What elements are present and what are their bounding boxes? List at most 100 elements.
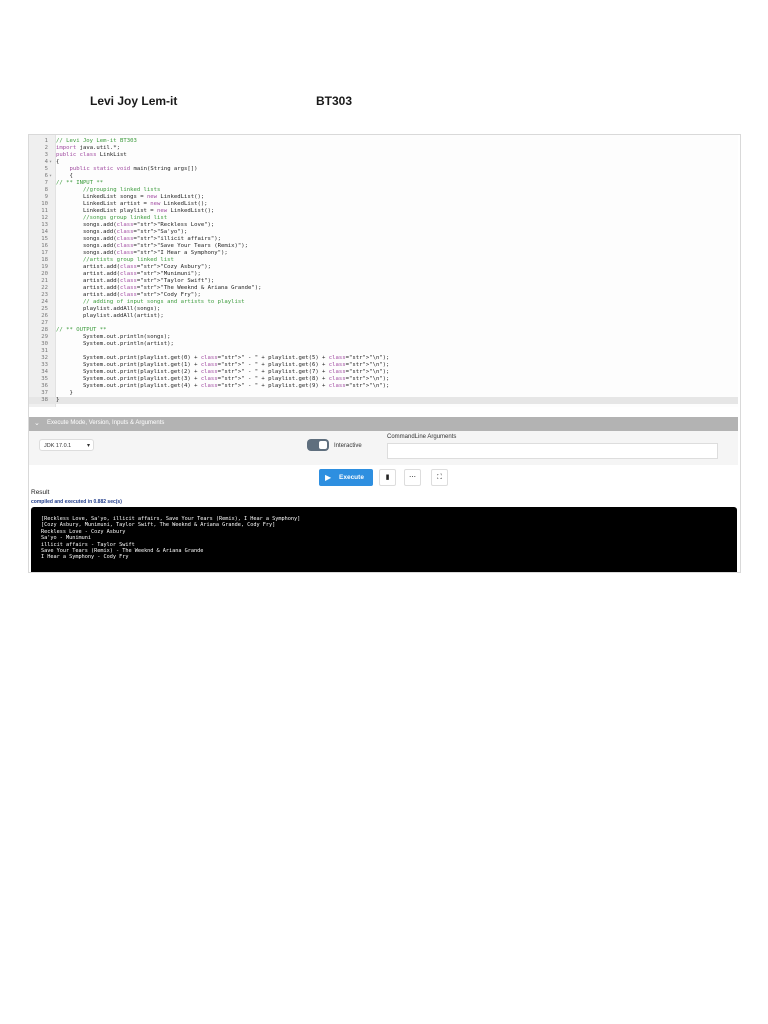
code-line: 16 songs.add(class="str">"Save Your Tear… <box>29 243 738 250</box>
code-text: artist.add(class="str">"The Weeknd & Ari… <box>56 285 262 291</box>
code-text: //artists group linked list <box>56 257 174 263</box>
line-number: 34 <box>41 369 48 375</box>
line-number: 3 <box>44 152 48 158</box>
code-text: songs.add(class="str">"Save Your Tears (… <box>56 243 248 249</box>
code-line: 3 public class LinkList <box>29 152 738 159</box>
jdk-version-select[interactable]: JDK 17.0.1 ▾ <box>39 439 94 451</box>
code-line: 20 artist.add(class="str">"Munimuni"); <box>29 271 738 278</box>
section-code: BT303 <box>316 94 353 108</box>
code-line: 2 import java.util.*; <box>29 145 738 152</box>
code-text: //songs group linked list <box>56 215 168 221</box>
code-text: // ** INPUT ** <box>56 180 104 186</box>
code-line: 33 System.out.print(playlist.get(1) + cl… <box>29 362 738 369</box>
code-line: 19 artist.add(class="str">"Cozy Asbury")… <box>29 264 738 271</box>
code-text: // ** OUTPUT ** <box>56 327 107 333</box>
line-number: 17 <box>41 250 48 256</box>
code-line: 5 public static void main(String args[]) <box>29 166 738 173</box>
line-number: 32 <box>41 355 48 361</box>
code-line: 25 playlist.addAll(songs); <box>29 306 738 313</box>
code-line: 13 songs.add(class="str">"Reckless Love"… <box>29 222 738 229</box>
execute-options-title: Execute Mode, Version, Inputs & Argument… <box>47 420 165 426</box>
code-line: 32 System.out.print(playlist.get(0) + cl… <box>29 355 738 362</box>
code-line: 31 <box>29 348 738 355</box>
line-number: 19 <box>41 264 48 270</box>
code-text: playlist.addAll(artist); <box>56 313 164 319</box>
code-line: 27 <box>29 320 738 327</box>
line-number: 24 <box>41 299 48 305</box>
code-editor[interactable]: 1 // Levi Joy Lem-it BT303 2 import java.ut… <box>29 135 738 407</box>
code-text: artist.add(class="str">"Cody Fry"); <box>56 292 201 298</box>
execute-options-header[interactable]: ⌄ Execute Mode, Version, Inputs & Argume… <box>29 417 738 431</box>
compile-status: compiled and executed in 0.882 sec(s) <box>31 499 122 505</box>
code-line: 38} <box>29 397 738 404</box>
code-text: artist.add(class="str">"Cozy Asbury"); <box>56 264 211 270</box>
select-caret-icon: ▾ <box>86 443 90 449</box>
code-line: 22 artist.add(class="str">"The Weeknd & … <box>29 285 738 292</box>
code-line: 15 songs.add(class="str">"illicit affair… <box>29 236 738 243</box>
execute-button[interactable]: ▶ Execute <box>319 469 373 486</box>
code-line: 6 ▾ { <box>29 173 738 180</box>
code-text: System.out.print(playlist.get(3) + class… <box>56 376 390 382</box>
fold-arrow-icon[interactable]: ▾ <box>49 173 52 180</box>
result-label: Result <box>31 489 50 496</box>
code-text: import java.util.*; <box>56 145 120 151</box>
code-text: { <box>56 173 73 179</box>
line-number: 21 <box>41 278 48 284</box>
code-line: 9 LinkedList songs = new LinkedList(); <box>29 194 738 201</box>
document-header: Levi Joy Lem-it BT303 <box>0 94 768 114</box>
line-number: 29 <box>41 334 48 340</box>
code-line: 8 //grouping linked lists <box>29 187 738 194</box>
jdk-version-value: JDK 17.0.1 <box>44 443 72 449</box>
chevron-down-icon: ⌄ <box>34 420 40 427</box>
more-options-button[interactable]: ⋯ <box>404 469 421 486</box>
code-text: songs.add(class="str">"I Hear a Symphony… <box>56 250 228 256</box>
code-line: 11 LinkedList playlist = new LinkedList(… <box>29 208 738 215</box>
code-text: songs.add(class="str">"Sa'yo"); <box>56 229 188 235</box>
fullscreen-icon: ⛶ <box>437 474 442 481</box>
code-text: LinkedList songs = new LinkedList(); <box>56 194 205 200</box>
code-text: System.out.print(playlist.get(4) + class… <box>56 383 390 389</box>
code-text: songs.add(class="str">"illicit affairs")… <box>56 236 222 242</box>
code-line: 28 // ** OUTPUT ** <box>29 327 738 334</box>
line-number: 10 <box>41 201 48 207</box>
code-line: 14 songs.add(class="str">"Sa'yo"); <box>29 229 738 236</box>
code-text: System.out.print(playlist.get(0) + class… <box>56 355 390 361</box>
interactive-toggle[interactable] <box>307 439 329 451</box>
code-text: playlist.addAll(songs); <box>56 306 161 312</box>
output-line: Reckless Love - Cozy Asbury <box>41 528 126 535</box>
code-text: // adding of input songs and artists to … <box>56 299 245 305</box>
fold-arrow-icon[interactable]: ▾ <box>49 159 52 166</box>
cmd-args-input[interactable] <box>387 443 718 459</box>
line-number: 33 <box>41 362 48 368</box>
code-text: LinkedList artist = new LinkedList(); <box>56 201 208 207</box>
code-text: // Levi Joy Lem-it BT303 <box>56 138 137 144</box>
code-line: 18 //artists group linked list <box>29 257 738 264</box>
execute-label: Execute <box>339 474 364 481</box>
code-text: public static void main(String args[]) <box>69 166 198 172</box>
play-icon: ▶ <box>325 473 332 482</box>
author-name: Levi Joy Lem-it <box>90 94 178 108</box>
line-number: 9 <box>44 194 48 200</box>
line-number: 1 <box>44 138 48 144</box>
line-number: 13 <box>41 222 48 228</box>
output-line: [Cozy Asbury, Munimuni, Taylor Swift, Th… <box>41 522 276 529</box>
code-line: 37 } <box>29 390 738 397</box>
line-number: 35 <box>41 376 48 382</box>
output-line: illicit affairs - Taylor Swift <box>41 541 135 548</box>
code-runner-screenshot: 1 // Levi Joy Lem-it BT303 2 import java.ut… <box>28 134 741 573</box>
output-line: Sa'yo - Munimuni <box>41 535 91 542</box>
line-number: 11 <box>41 208 48 214</box>
line-number: 12 <box>41 215 48 221</box>
line-number: 26 <box>41 313 48 319</box>
line-number: 23 <box>41 292 48 298</box>
code-line: 34 System.out.print(playlist.get(2) + cl… <box>29 369 738 376</box>
line-number: 6 <box>44 173 48 179</box>
code-text: artist.add(class="str">"Taylor Swift"); <box>56 278 215 284</box>
line-number: 36 <box>41 383 48 389</box>
fullscreen-button[interactable]: ⛶ <box>431 469 448 486</box>
code-line: 36 System.out.print(playlist.get(4) + cl… <box>29 383 738 390</box>
save-button[interactable]: ▮ <box>379 469 396 486</box>
line-number: 18 <box>41 257 48 263</box>
code-line: 35 System.out.print(playlist.get(3) + cl… <box>29 376 738 383</box>
line-number: 28 <box>41 327 48 333</box>
